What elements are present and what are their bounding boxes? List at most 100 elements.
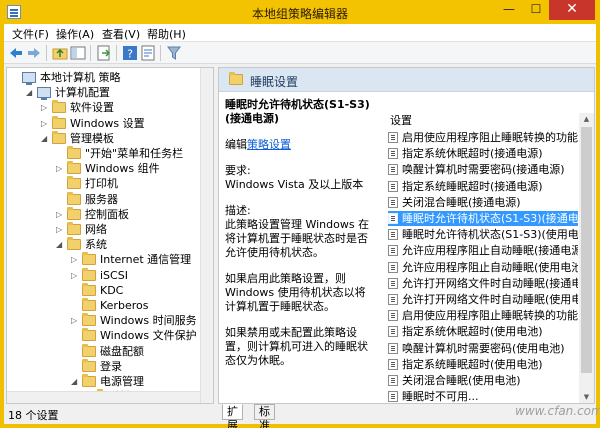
tree-horizontal-scrollbar[interactable]	[7, 391, 200, 403]
folder-icon	[82, 313, 96, 327]
folder-icon	[82, 282, 96, 296]
properties-icon[interactable]	[140, 45, 156, 61]
policy-setting-icon	[388, 294, 398, 305]
policy-setting-icon	[388, 310, 398, 322]
tree-vertical-scrollbar[interactable]	[200, 68, 213, 403]
folder-icon	[52, 115, 66, 129]
policy-item[interactable]: 指定系统睡眠超时(接通电源)	[388, 179, 578, 194]
edit-line: 编辑策略设置	[225, 138, 375, 152]
menu-help[interactable]: 帮助(H)	[147, 26, 186, 42]
expanded-arrow-icon[interactable]: ◢	[56, 237, 65, 253]
edit-prefix: 编辑	[225, 138, 247, 151]
details-header-title: 睡眠设置	[250, 75, 299, 89]
folder-icon	[229, 72, 243, 85]
tab-extended[interactable]: 扩展	[222, 404, 243, 428]
policy-item-label: 允许应用程序阻止自动睡眠(接通电源)	[402, 244, 578, 258]
back-arrow-icon[interactable]	[8, 45, 24, 61]
up-folder-icon[interactable]	[52, 45, 68, 61]
policy-item[interactable]: 启用使应用程序阻止睡眠转换的功能(接通电	[388, 130, 578, 145]
scroll-up-icon[interactable]: ▲	[579, 113, 594, 125]
tree-item-label: 控制面板	[85, 207, 129, 221]
policy-item[interactable]: 睡眠时不可用...	[388, 389, 578, 403]
toolbar-separator	[46, 45, 47, 61]
tree-item-label: Kerberos	[100, 299, 149, 312]
policy-item[interactable]: 指定系统休眠超时(接通电源)	[388, 146, 578, 161]
policy-setting-icon	[388, 148, 398, 160]
expanded-arrow-icon[interactable]: ◢	[26, 85, 35, 101]
policy-item[interactable]: 允许打开网络文件时自动睡眠(使用电池)	[388, 292, 578, 307]
policy-item[interactable]: 指定系统睡眠超时(使用电池)	[388, 357, 578, 372]
policy-item[interactable]: 启用使应用程序阻止睡眠转换的功能(使用电	[388, 308, 578, 323]
filter-icon[interactable]	[166, 45, 182, 61]
folder-icon	[82, 267, 96, 281]
collapsed-arrow-icon[interactable]: ▷	[56, 207, 65, 223]
policy-item[interactable]: 唤醒计算机时需要密码(接通电源)	[388, 162, 578, 177]
tree-item-label: 登录	[100, 359, 122, 373]
policy-setting-icon	[388, 277, 398, 289]
menu-action[interactable]: 操作(A)	[56, 26, 94, 42]
maximize-button[interactable]: ☐	[523, 0, 549, 20]
expanded-arrow-icon[interactable]: ◢	[71, 374, 80, 390]
details-header: 睡眠设置	[219, 68, 594, 92]
policy-setting-icon	[388, 213, 398, 224]
menu-file[interactable]: 文件(F)	[12, 26, 49, 42]
policy-item[interactable]: 关闭混合睡眠(接通电源)	[388, 195, 578, 210]
help-icon[interactable]: ?	[122, 45, 138, 61]
policy-item-label: 允许打开网络文件时自动睡眠(使用电池)	[402, 293, 578, 306]
folder-icon	[67, 146, 81, 159]
tree-pane[interactable]: 按钮设置◢电源管理登录磁盘配额Windows 文件保护▷Windows 时间服务…	[6, 67, 214, 404]
policy-item[interactable]: 指定系统休眠超时(使用电池)	[388, 324, 578, 339]
expanded-arrow-icon[interactable]: ◢	[41, 131, 50, 147]
collapsed-arrow-icon[interactable]: ▷	[56, 161, 65, 177]
collapsed-arrow-icon[interactable]: ▷	[41, 116, 50, 132]
policy-item[interactable]: 关闭混合睡眠(使用电池)	[388, 373, 578, 388]
description-enabled: 如果启用此策略设置，则 Windows 使用待机状态以将计算机置于睡眠状态。	[225, 272, 366, 313]
policy-item[interactable]: 允许打开网络文件时自动睡眠(接通电源)	[388, 276, 578, 291]
description-title: 睡眠时允许待机状态(S1-S3)(接通电源)	[225, 98, 370, 125]
tree-item-label: 服务器	[85, 192, 118, 206]
policy-setting-icon	[388, 245, 398, 257]
tree-item-label: Internet 通信管理	[100, 253, 192, 267]
policy-item-label: 睡眠时允许待机状态(S1-S3)(使用电池)	[402, 228, 578, 242]
tree-item-label: Windows 文件保护	[100, 329, 197, 343]
collapsed-arrow-icon[interactable]: ▷	[56, 222, 65, 238]
policy-item-label: 启用使应用程序阻止睡眠转换的功能(接通电	[402, 131, 578, 144]
policy-item[interactable]: 睡眠时允许待机状态(S1-S3)(使用电池)	[388, 227, 578, 242]
policy-setting-icon	[388, 342, 398, 354]
collapsed-arrow-icon[interactable]: ▷	[71, 313, 80, 329]
folder-icon	[67, 237, 81, 251]
collapsed-arrow-icon[interactable]: ▷	[71, 252, 80, 268]
policy-item[interactable]: 允许应用程序阻止自动睡眠(接通电源)	[388, 243, 578, 258]
pc-icon	[37, 87, 51, 101]
description-text: 此策略设置管理 Windows 在将计算机置于睡眠状态时是否允许使用待机状态。	[225, 218, 370, 259]
forward-arrow-icon[interactable]	[26, 45, 42, 61]
tab-standard[interactable]: 标准	[254, 404, 275, 428]
show-hide-tree-icon[interactable]	[70, 45, 86, 61]
requirements-value: Windows Vista 及以上版本	[225, 178, 364, 191]
menu-view[interactable]: 查看(V)	[102, 26, 140, 42]
policy-item-label: 指定系统休眠超时(接通电源)	[402, 147, 543, 161]
tree-item-label: Windows 时间服务	[100, 314, 197, 328]
collapsed-arrow-icon[interactable]: ▷	[71, 268, 80, 284]
policy-item[interactable]: 睡眠时允许待机状态(S1-S3)(接通电源)	[388, 211, 578, 226]
minimize-button[interactable]: —	[495, 0, 523, 20]
title-bar[interactable]: 本地组策略编辑器 — ☐ ✕	[0, 0, 600, 24]
scrollbar-thumb[interactable]	[581, 127, 592, 373]
tree-item-label: 网络	[85, 223, 107, 236]
close-button[interactable]: ✕	[549, 0, 595, 20]
policy-item[interactable]: 唤醒计算机时需要密码(使用电池)	[388, 341, 578, 356]
folder-icon	[82, 328, 96, 342]
folder-icon	[67, 176, 81, 190]
collapsed-arrow-icon[interactable]: ▷	[41, 100, 50, 116]
details-pane: 睡眠设置 睡眠时允许待机状态(S1-S3)(接通电源) 编辑策略设置 要求: W…	[218, 67, 595, 404]
export-list-icon[interactable]	[96, 45, 112, 61]
scroll-down-icon[interactable]: ▼	[579, 391, 594, 403]
policy-setting-icon	[388, 358, 398, 370]
list-vertical-scrollbar[interactable]: ▲ ▼	[579, 113, 594, 403]
settings-column-header[interactable]: 设置	[384, 113, 594, 129]
watermark: www.cfan.com.cn	[515, 404, 600, 418]
policy-item[interactable]: 允许应用程序阻止自动睡眠(使用电池)	[388, 260, 578, 275]
edit-policy-link[interactable]: 策略设置	[247, 138, 291, 151]
toolbar-separator	[116, 45, 117, 61]
app-window: 本地组策略编辑器 — ☐ ✕ 文件(F) 操作(A) 查看(V) 帮助(H) ?…	[0, 0, 600, 428]
